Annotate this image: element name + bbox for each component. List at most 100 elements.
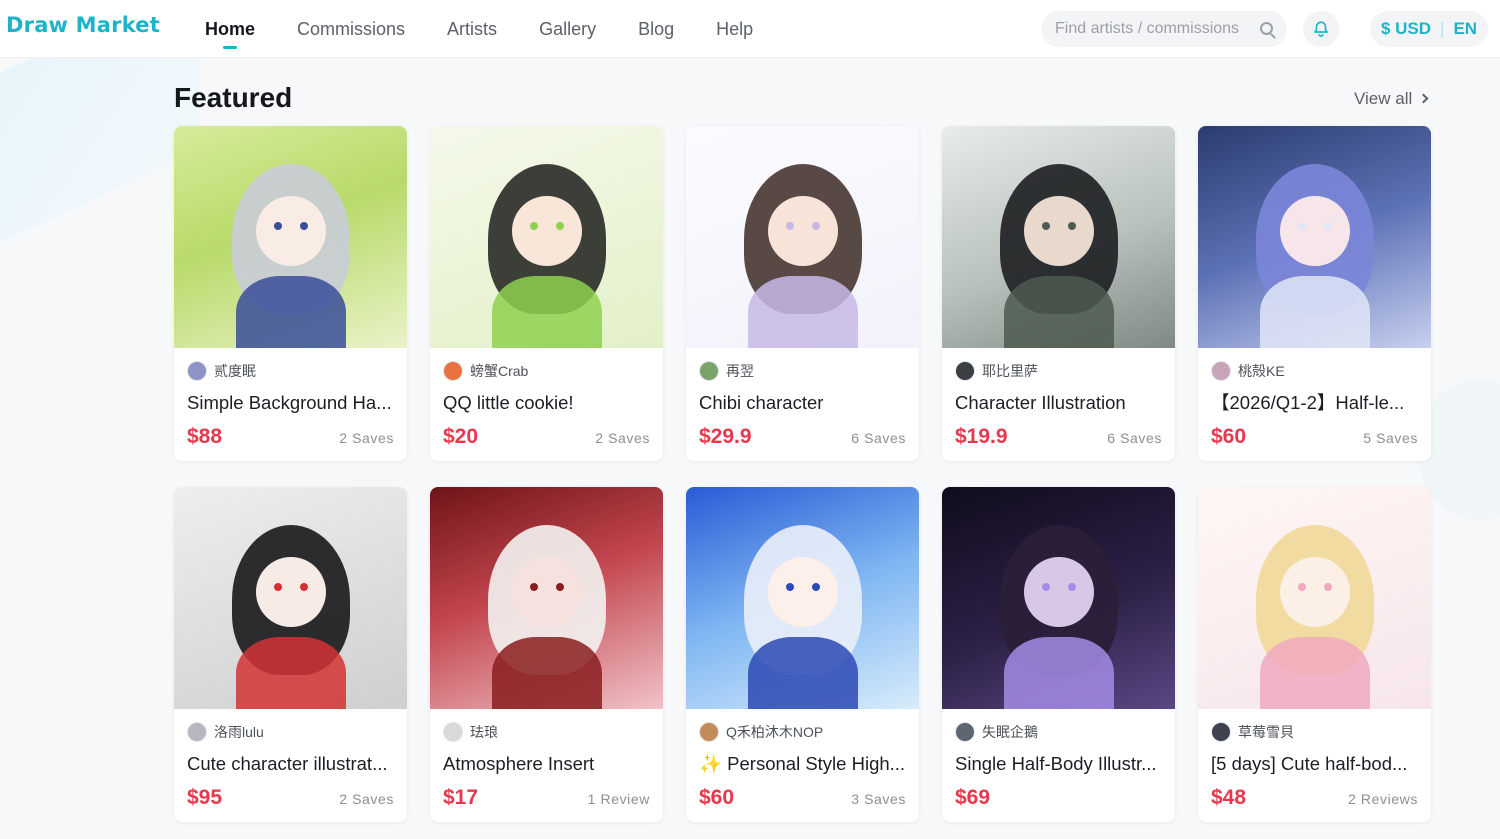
card-body: 贰度眠 Simple Background Ha... $88 2 Saves <box>174 348 407 449</box>
artist-name[interactable]: 再翌 <box>726 361 754 381</box>
logo[interactable]: Draw Market <box>6 13 160 37</box>
commission-card[interactable]: 失眠企鵝 Single Half-Body Illustr... $69 <box>942 487 1175 822</box>
card-title[interactable]: Atmosphere Insert <box>443 752 650 776</box>
card-title[interactable]: 【2026/Q1-2】Half-le... <box>1211 391 1418 415</box>
card-footer: $17 1 Review <box>443 786 650 810</box>
artist-name[interactable]: 螃蟹Crab <box>470 361 528 381</box>
card-title[interactable]: Cute character illustrat... <box>187 752 394 776</box>
artist-name[interactable]: 失眠企鵝 <box>982 722 1038 742</box>
nav-item-home[interactable]: Home <box>205 0 255 58</box>
artist-name[interactable]: 贰度眠 <box>214 361 256 381</box>
card-footer: $95 2 Saves <box>187 786 394 810</box>
artwork-thumbnail[interactable] <box>686 126 919 348</box>
saves-count: 5 Saves <box>1363 430 1418 446</box>
artwork-thumbnail[interactable] <box>430 126 663 348</box>
card-footer: $60 5 Saves <box>1211 425 1418 449</box>
artist-row[interactable]: 耶比里萨 <box>955 360 1162 382</box>
artist-row[interactable]: 贰度眠 <box>187 360 394 382</box>
avatar[interactable] <box>443 722 463 742</box>
avatar[interactable] <box>187 722 207 742</box>
price: $20 <box>443 425 479 448</box>
card-title[interactable]: Simple Background Ha... <box>187 391 394 415</box>
artwork-thumbnail[interactable] <box>430 487 663 709</box>
avatar[interactable] <box>443 361 463 381</box>
card-footer: $19.9 6 Saves <box>955 425 1162 449</box>
artist-row[interactable]: Q禾柏沐木NOP <box>699 721 906 743</box>
artwork-thumbnail[interactable] <box>942 126 1175 348</box>
price: $88 <box>187 425 223 448</box>
commission-card[interactable]: Q禾柏沐木NOP ✨ Personal Style High... $60 3 … <box>686 487 919 822</box>
card-title[interactable]: Character Illustration <box>955 391 1162 415</box>
commission-card[interactable]: 贰度眠 Simple Background Ha... $88 2 Saves <box>174 126 407 461</box>
saves-count: 3 Saves <box>851 791 906 807</box>
nav-item-blog[interactable]: Blog <box>638 0 674 58</box>
avatar[interactable] <box>1211 722 1231 742</box>
price: $29.9 <box>699 425 752 448</box>
avatar[interactable] <box>699 361 719 381</box>
commission-card[interactable]: 螃蟹Crab QQ little cookie! $20 2 Saves <box>430 126 663 461</box>
avatar[interactable] <box>1211 361 1231 381</box>
artwork-image <box>174 487 407 709</box>
saves-count: 6 Saves <box>1107 430 1162 446</box>
card-title[interactable]: QQ little cookie! <box>443 391 650 415</box>
language-label[interactable]: EN <box>1453 19 1477 39</box>
card-body: 螃蟹Crab QQ little cookie! $20 2 Saves <box>430 348 663 449</box>
artist-row[interactable]: 珐琅 <box>443 721 650 743</box>
currency-label[interactable]: $ USD <box>1381 19 1431 39</box>
avatar[interactable] <box>955 361 975 381</box>
artwork-thumbnail[interactable] <box>686 487 919 709</box>
saves-count: 1 Review <box>587 791 650 807</box>
artist-row[interactable]: 洛雨lulu <box>187 721 394 743</box>
artist-name[interactable]: 桃殻KE <box>1238 361 1285 381</box>
currency-language-switcher[interactable]: $ USD | EN <box>1370 11 1488 47</box>
card-body: 失眠企鵝 Single Half-Body Illustr... $69 <box>942 709 1175 810</box>
artist-name[interactable]: Q禾柏沐木NOP <box>726 722 823 742</box>
view-all-link[interactable]: View all <box>1354 89 1429 109</box>
card-title[interactable]: [5 days] Cute half-bod... <box>1211 752 1418 776</box>
artwork-thumbnail[interactable] <box>1198 126 1431 348</box>
artist-row[interactable]: 再翌 <box>699 360 906 382</box>
commission-card[interactable]: 草莓雪貝 [5 days] Cute half-bod... $48 2 Rev… <box>1198 487 1431 822</box>
commission-card[interactable]: 耶比里萨 Character Illustration $19.9 6 Save… <box>942 126 1175 461</box>
artist-row[interactable]: 草莓雪貝 <box>1211 721 1418 743</box>
nav-item-help[interactable]: Help <box>716 0 753 58</box>
nav-item-gallery[interactable]: Gallery <box>539 0 596 58</box>
card-footer: $88 2 Saves <box>187 425 394 449</box>
artist-name[interactable]: 草莓雪貝 <box>1238 722 1294 742</box>
bell-icon <box>1314 21 1328 37</box>
artwork-image <box>686 487 919 709</box>
artwork-thumbnail[interactable] <box>174 487 407 709</box>
card-title[interactable]: Chibi character <box>699 391 906 415</box>
decorative-shape <box>1420 380 1500 520</box>
artwork-image <box>942 487 1175 709</box>
artist-row[interactable]: 桃殻KE <box>1211 360 1418 382</box>
price: $95 <box>187 786 223 809</box>
artist-row[interactable]: 螃蟹Crab <box>443 360 650 382</box>
saves-count: 2 Saves <box>339 791 394 807</box>
commission-card[interactable]: 洛雨lulu Cute character illustrat... $95 2… <box>174 487 407 822</box>
artist-name[interactable]: 珐琅 <box>470 722 498 742</box>
commission-card[interactable]: 桃殻KE 【2026/Q1-2】Half-le... $60 5 Saves <box>1198 126 1431 461</box>
artist-name[interactable]: 洛雨lulu <box>214 722 264 742</box>
artist-name[interactable]: 耶比里萨 <box>982 361 1038 381</box>
avatar[interactable] <box>187 361 207 381</box>
artwork-thumbnail[interactable] <box>1198 487 1431 709</box>
artwork-thumbnail[interactable] <box>174 126 407 348</box>
search-icon[interactable] <box>1260 22 1273 35</box>
notifications-button[interactable] <box>1303 11 1339 47</box>
avatar[interactable] <box>699 722 719 742</box>
card-body: 桃殻KE 【2026/Q1-2】Half-le... $60 5 Saves <box>1198 348 1431 449</box>
price: $69 <box>955 786 991 809</box>
avatar[interactable] <box>955 722 975 742</box>
artist-row[interactable]: 失眠企鵝 <box>955 721 1162 743</box>
nav-item-artists[interactable]: Artists <box>447 0 497 58</box>
artwork-thumbnail[interactable] <box>942 487 1175 709</box>
card-title[interactable]: Single Half-Body Illustr... <box>955 752 1162 776</box>
artwork-image <box>430 487 663 709</box>
featured-grid: 贰度眠 Simple Background Ha... $88 2 Saves … <box>174 126 1431 822</box>
search-input[interactable] <box>1041 11 1246 47</box>
commission-card[interactable]: 珐琅 Atmosphere Insert $17 1 Review <box>430 487 663 822</box>
nav-item-commissions[interactable]: Commissions <box>297 0 405 58</box>
commission-card[interactable]: 再翌 Chibi character $29.9 6 Saves <box>686 126 919 461</box>
card-title[interactable]: ✨ Personal Style High... <box>699 752 906 776</box>
